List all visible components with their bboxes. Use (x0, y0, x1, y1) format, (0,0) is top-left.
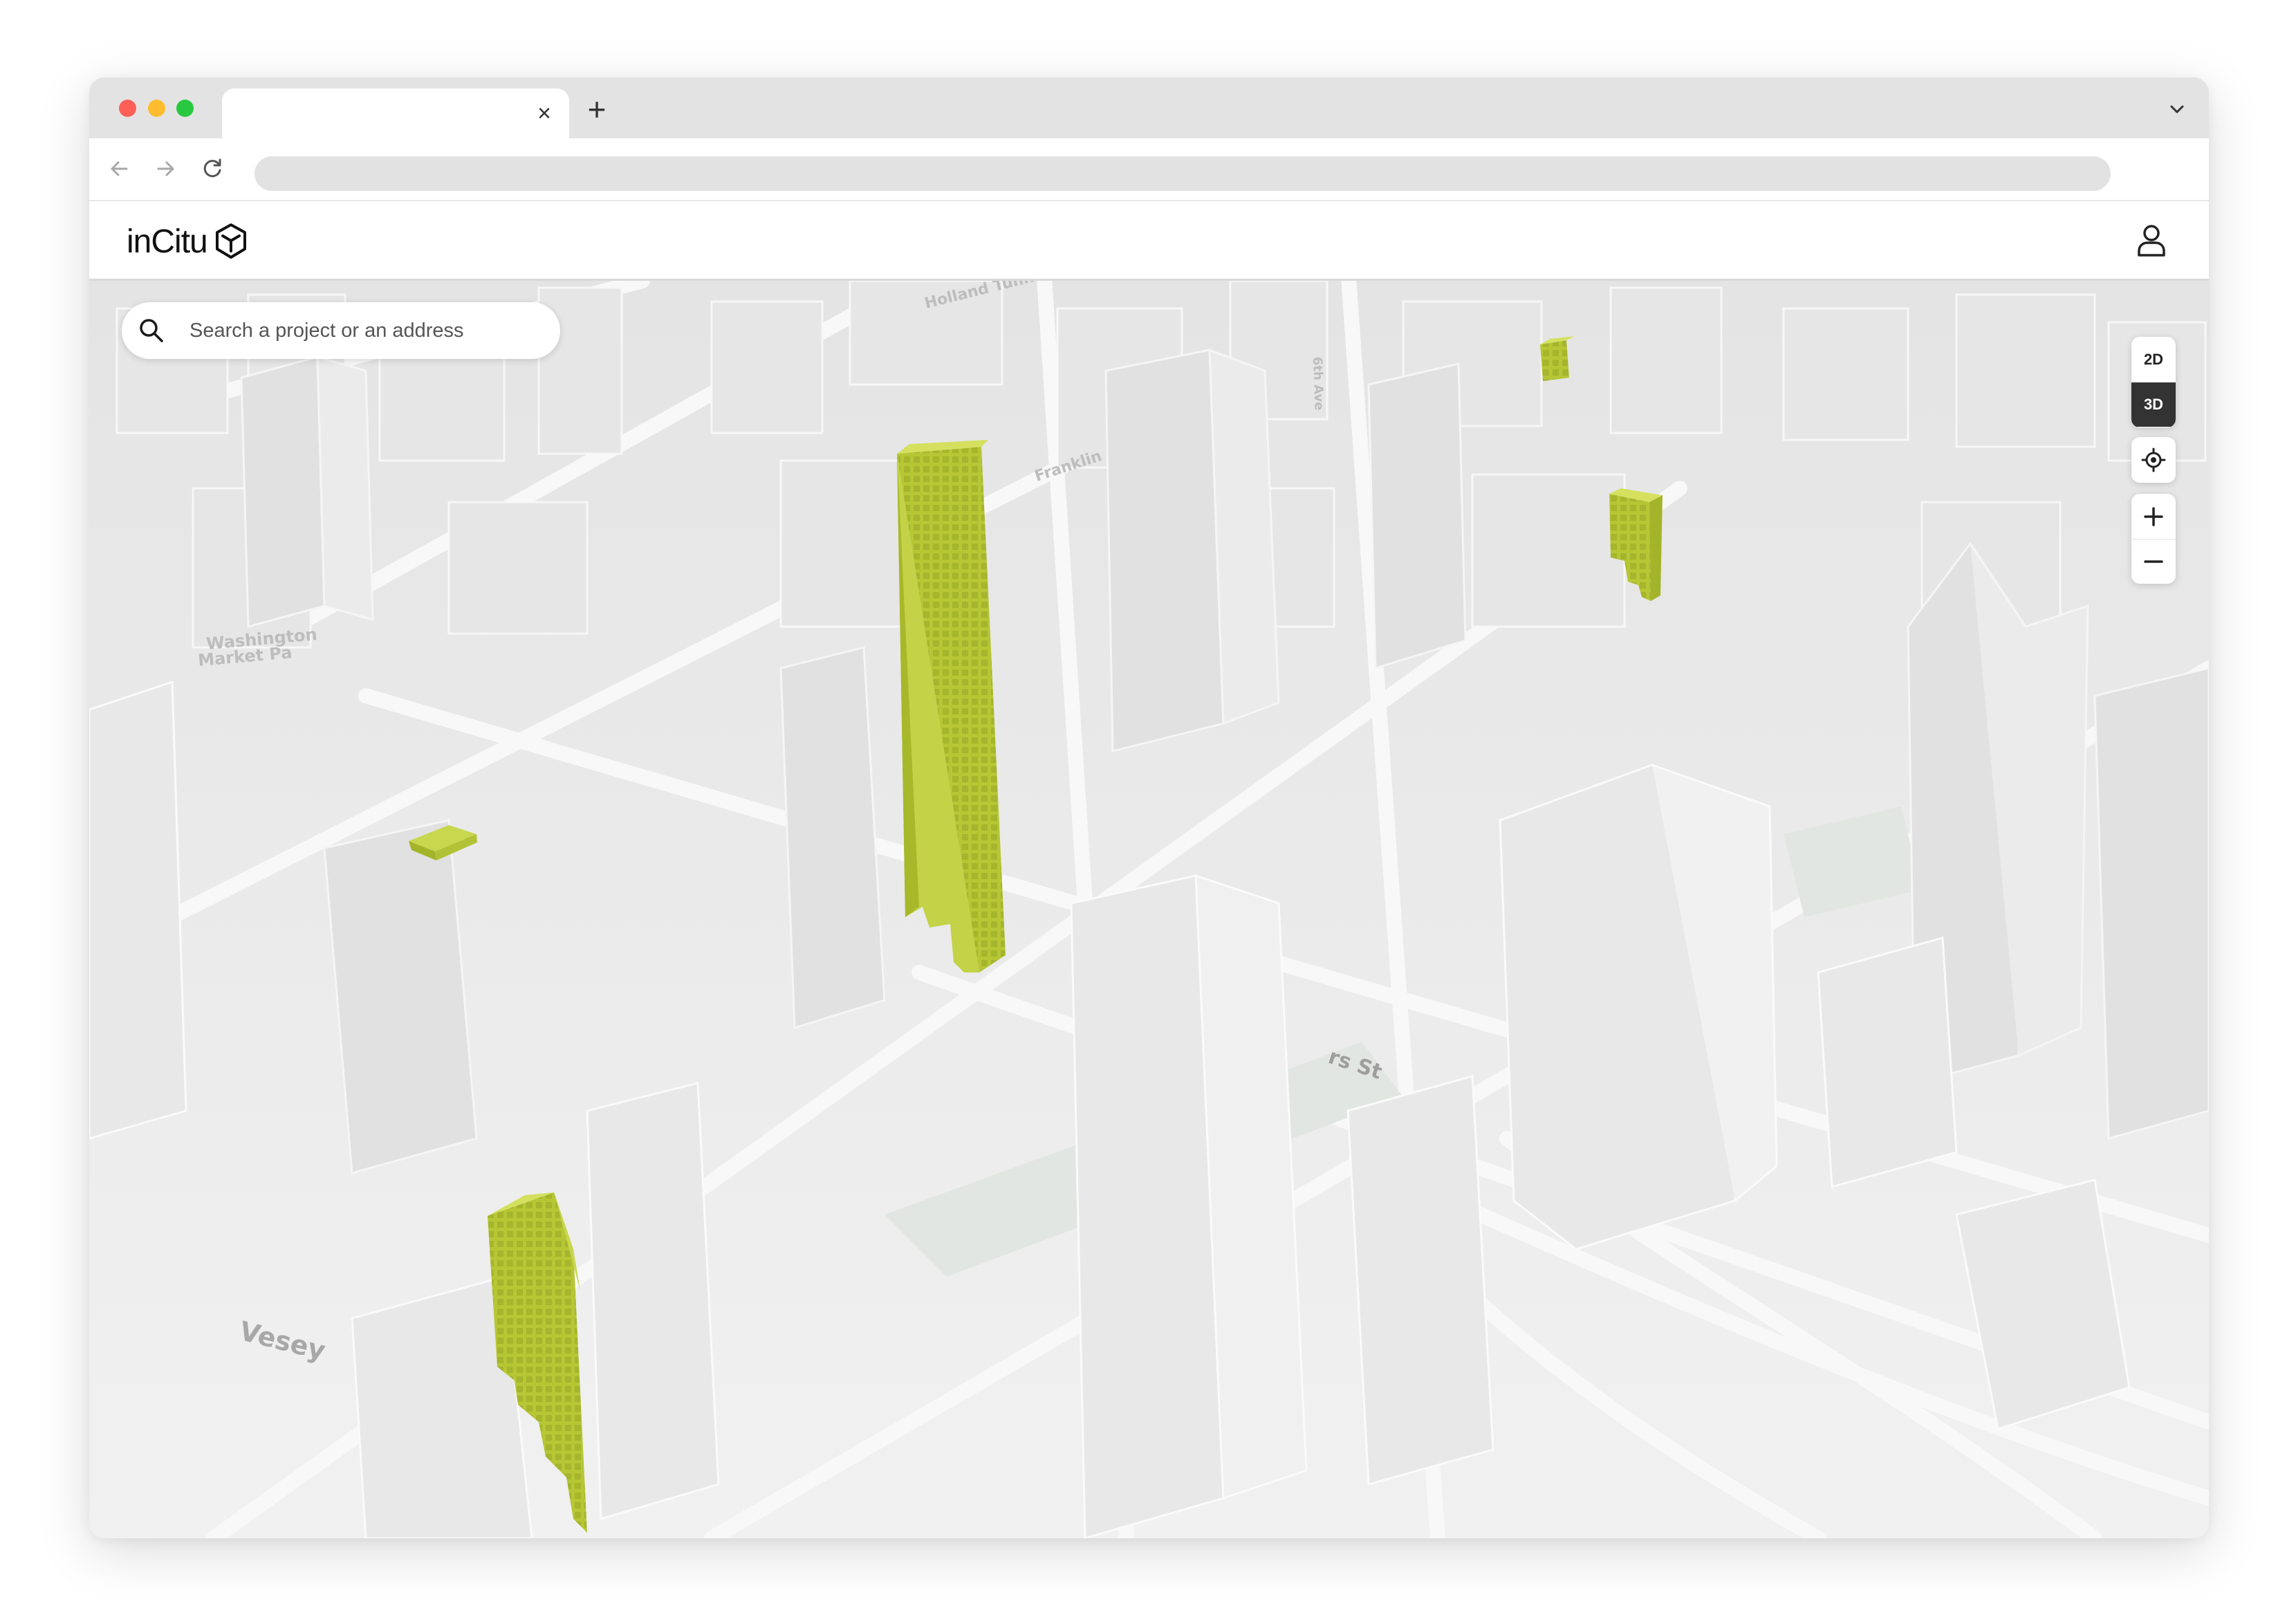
search-box[interactable] (122, 302, 560, 359)
logo-text: inCitu (127, 223, 208, 260)
map-label-6th-ave: 6th Ave (1310, 356, 1326, 410)
forward-arrow-icon[interactable] (150, 154, 180, 184)
app-header: inCitu (89, 201, 2209, 281)
crosshair-icon (2141, 447, 2166, 472)
tab-close-button[interactable]: × (532, 101, 557, 126)
new-tab-button[interactable]: + (582, 93, 612, 125)
user-icon[interactable] (2130, 219, 2173, 262)
search-input[interactable] (189, 302, 542, 359)
map-scene[interactable]: Holland Tunnel Washington Market Pa Fran… (89, 281, 2209, 1538)
view-2d-button[interactable]: 2D (2131, 337, 2176, 382)
view-3d-button[interactable]: 3D (2131, 382, 2176, 427)
browser-window: × + inCitu Holland Tunnel Washington Mar… (89, 77, 2209, 1538)
zoom-in-button[interactable] (2131, 494, 2176, 539)
plus-icon (2144, 506, 2163, 526)
maximize-window-button[interactable] (176, 100, 194, 117)
zoom-control (2131, 494, 2176, 584)
map-3d-view[interactable]: Holland Tunnel Washington Market Pa Fran… (89, 281, 2209, 1538)
search-icon (140, 319, 163, 342)
chevron-down-icon[interactable] (2166, 98, 2188, 120)
minus-icon (2144, 560, 2163, 563)
locate-control (2131, 437, 2176, 483)
browser-tab[interactable]: × (222, 89, 569, 138)
back-arrow-icon[interactable] (104, 154, 135, 184)
view-mode-toggle: 2D 3D (2131, 337, 2176, 427)
close-window-button[interactable] (119, 100, 136, 117)
minimize-window-button[interactable] (148, 100, 165, 117)
zoom-out-button[interactable] (2131, 539, 2176, 584)
incitu-logo[interactable]: inCitu (127, 221, 249, 262)
cube-icon (215, 223, 246, 259)
browser-nav-bar (89, 138, 2209, 201)
browser-tab-bar: × + (89, 77, 2209, 138)
address-bar[interactable] (254, 156, 2111, 191)
locate-button[interactable] (2131, 437, 2176, 482)
reload-icon[interactable] (197, 154, 228, 184)
